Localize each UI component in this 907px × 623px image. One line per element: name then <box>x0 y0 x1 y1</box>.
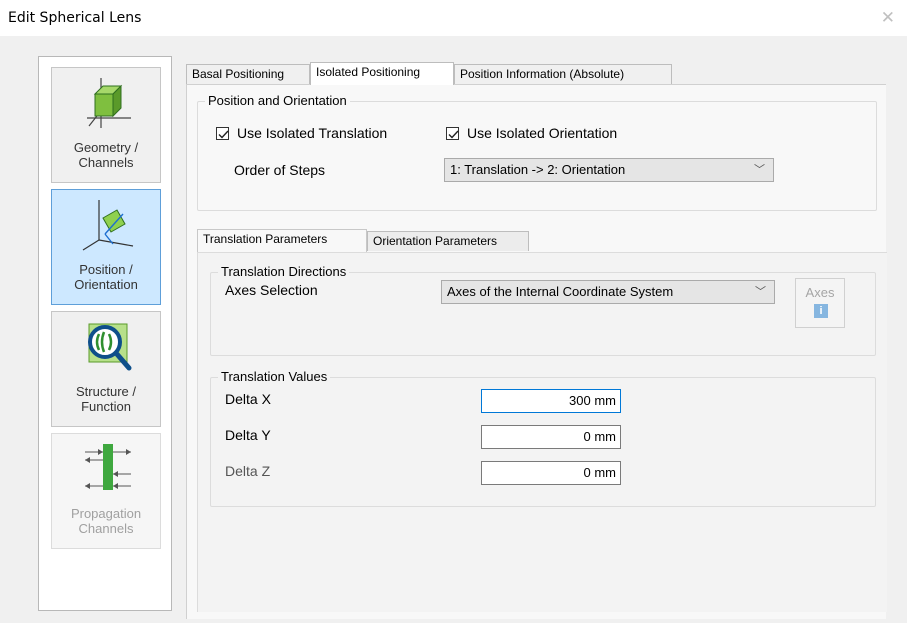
use-isolated-orientation-checkbox[interactable]: Use Isolated Orientation <box>446 125 617 141</box>
isolated-positioning-panel: Position and Orientation Use Isolated Tr… <box>186 84 887 619</box>
sidebar-item-label: Geometry / Channels <box>73 140 139 170</box>
main-tabstrip: Basal Positioning Isolated Positioning P… <box>186 62 886 85</box>
dropdown-value: 1: Translation -> 2: Orientation <box>450 162 626 177</box>
chevron-down-icon: ﹀ <box>755 286 766 298</box>
sidebar-item-label: Structure / Function <box>76 384 136 414</box>
dropdown-value: Axes of the Internal Coordinate System <box>447 284 674 299</box>
axes-selection-dropdown[interactable]: Axes of the Internal Coordinate System ﹀ <box>441 280 775 304</box>
chevron-down-icon: ﹀ <box>754 164 765 176</box>
position-orientation-group: Position and Orientation Use Isolated Tr… <box>197 93 877 211</box>
tab-translation-parameters[interactable]: Translation Parameters <box>197 229 367 252</box>
sidebar-item-geometry-channels[interactable]: Geometry / Channels <box>51 67 161 183</box>
translation-parameters-panel: Translation Directions Axes Selection Ax… <box>197 252 887 612</box>
sidebar-item-label: Propagation Channels <box>70 506 142 536</box>
checkbox-box <box>216 126 229 140</box>
delta-z-label: Delta Z <box>225 463 271 479</box>
tab-orientation-parameters[interactable]: Orientation Parameters <box>367 231 529 251</box>
axes-selection-label: Axes Selection <box>225 282 318 298</box>
structure-function-icon <box>88 323 132 371</box>
info-icon: i <box>814 304 828 318</box>
order-of-steps-dropdown[interactable]: 1: Translation -> 2: Orientation ﹀ <box>444 158 774 182</box>
title-bar: Edit Spherical Lens ✕ <box>0 0 907 36</box>
category-sidebar: Geometry / Channels Position / Orientation <box>38 56 172 611</box>
close-icon[interactable]: ✕ <box>881 8 895 28</box>
checkbox-label: Use Isolated Orientation <box>467 125 618 141</box>
delta-y-input[interactable]: 0 mm <box>481 425 621 449</box>
sidebar-item-position-orientation[interactable]: Position / Orientation <box>51 189 161 305</box>
window-title: Edit Spherical Lens <box>8 10 142 26</box>
delta-x-input[interactable]: 300 mm <box>481 389 621 413</box>
group-legend: Translation Values <box>218 369 331 384</box>
translation-values-group: Translation Values Delta X 300 mm Delta … <box>210 369 876 507</box>
tab-basal-positioning[interactable]: Basal Positioning <box>186 64 310 84</box>
position-orientation-icon <box>82 200 134 251</box>
propagation-channels-icon <box>85 444 131 490</box>
group-legend: Position and Orientation <box>205 93 350 108</box>
group-legend: Translation Directions <box>218 264 350 279</box>
dialog-client-area: Geometry / Channels Position / Orientation <box>0 36 907 623</box>
checkbox-label: Use Isolated Translation <box>237 125 388 141</box>
sub-tabstrip: Translation Parameters Orientation Param… <box>197 229 877 252</box>
sidebar-item-structure-function[interactable]: Structure / Function <box>51 311 161 427</box>
delta-y-label: Delta Y <box>225 427 271 443</box>
tab-isolated-positioning[interactable]: Isolated Positioning <box>310 62 454 85</box>
axes-info-button[interactable]: Axes i <box>795 278 845 328</box>
translation-directions-group: Translation Directions Axes Selection Ax… <box>210 264 876 356</box>
checkbox-box <box>446 126 459 140</box>
delta-z-input[interactable]: 0 mm <box>481 461 621 485</box>
use-isolated-translation-checkbox[interactable]: Use Isolated Translation <box>216 125 387 141</box>
order-of-steps-label: Order of Steps <box>234 162 326 178</box>
sidebar-item-label: Position / Orientation <box>74 262 138 292</box>
delta-x-label: Delta X <box>225 391 271 407</box>
checkmark-icon <box>218 130 229 139</box>
axes-button-label: Axes <box>805 285 835 300</box>
tab-position-information-absolute[interactable]: Position Information (Absolute) <box>454 64 672 84</box>
geometry-icon <box>87 78 131 128</box>
checkmark-icon <box>448 130 459 139</box>
sidebar-item-propagation-channels[interactable]: Propagation Channels <box>51 433 161 549</box>
